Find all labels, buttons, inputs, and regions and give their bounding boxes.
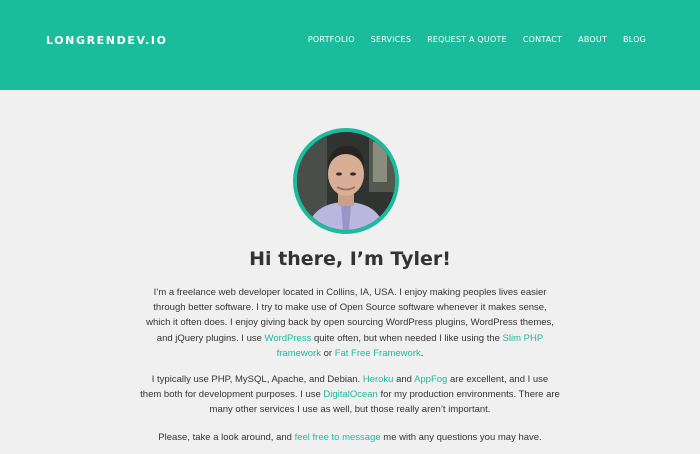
fat-free-framework-link[interactable]: Fat Free Framework <box>335 348 421 359</box>
closing-text-2: me with any questions you may have. <box>380 432 542 443</box>
nav-blog[interactable]: BLOG <box>623 35 646 44</box>
stack-text-2: and <box>393 374 415 385</box>
brand-logo-link[interactable]: LONGRENDEV.IO <box>46 34 168 47</box>
nav-about[interactable]: ABOUT <box>578 35 607 44</box>
stack-paragraph: I typically use PHP, MySQL, Apache, and … <box>140 372 560 418</box>
appfog-link[interactable]: AppFog <box>414 374 447 385</box>
closing-text-1: Please, take a look around, and <box>158 432 295 443</box>
closing-paragraph: Please, take a look around, and feel fre… <box>140 430 560 445</box>
page-headline: Hi there, I’m Tyler! <box>249 248 451 270</box>
intro-text-2: quite often, but when needed I like usin… <box>311 332 503 344</box>
digitalocean-link[interactable]: DigitalOcean <box>323 389 377 400</box>
stack-text-1: I typically use PHP, MySQL, Apache, and … <box>151 374 363 385</box>
intro-text-4: . <box>420 347 424 359</box>
site-header: LONGRENDEV.IO PORTFOLIO SERVICES REQUEST… <box>0 0 700 90</box>
main-nav: PORTFOLIO SERVICES REQUEST A QUOTE CONTA… <box>308 35 646 44</box>
nav-contact[interactable]: CONTACT <box>523 35 562 44</box>
intro-paragraph: I’m a freelance web developer located in… <box>140 285 560 361</box>
message-link[interactable]: feel free to message <box>295 432 381 443</box>
nav-services[interactable]: SERVICES <box>371 35 411 44</box>
heroku-link[interactable]: Heroku <box>363 374 394 385</box>
wordpress-link[interactable]: WordPress <box>265 333 312 344</box>
intro-text-3: or <box>320 347 335 359</box>
profile-avatar <box>293 128 399 234</box>
nav-request-a-quote[interactable]: REQUEST A QUOTE <box>427 35 507 44</box>
nav-portfolio[interactable]: PORTFOLIO <box>308 35 355 44</box>
profile-photo-icon <box>297 132 395 230</box>
